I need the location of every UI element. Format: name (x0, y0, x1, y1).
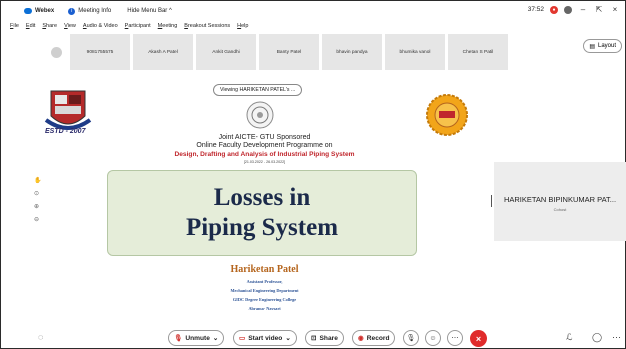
presenter-name: Hariketan Patel (230, 264, 299, 275)
speaker-name: HARIKETAN BIPINKUMAR PAT... (503, 195, 617, 204)
menu-view[interactable]: View (64, 23, 76, 33)
more-options-button[interactable]: ⋯ (447, 330, 463, 346)
app-name: Webex (35, 8, 55, 14)
participant-tile[interactable]: Akash A Patel (133, 34, 193, 70)
reactions-button[interactable]: ☺ (425, 330, 441, 346)
participant-tile[interactable]: bhavin pandya (322, 34, 382, 70)
audio-connection-icon[interactable]: ◌ (38, 332, 43, 342)
meeting-info-label: Meeting Info (78, 8, 112, 14)
menu-bar: File Edit Share View Audio & Video Parti… (10, 23, 248, 33)
mic-icon: 🎙 (406, 335, 416, 342)
share-button[interactable]: ⊡ Share (305, 330, 344, 346)
share-label: Share (319, 334, 338, 342)
menu-help[interactable]: Help (237, 23, 248, 33)
participants-icon[interactable]: ℒ (566, 332, 572, 343)
slide-sponsor-line: Joint AICTE- GTU Sponsored (218, 134, 311, 141)
meeting-info-button[interactable]: i Meeting Info (68, 7, 112, 15)
participant-name: Banty Patel (276, 49, 302, 55)
chat-icon[interactable]: ◯ (592, 332, 602, 343)
menu-participant[interactable]: Participant (125, 23, 151, 33)
share-viewing-banner[interactable]: Viewing HARIKETAN PATEL's ... (213, 84, 303, 96)
zoom-out-icon[interactable]: ⊖ (34, 216, 41, 223)
presenter-college: GIDC Degree Engineering College (232, 297, 297, 302)
slide-dates: [21.03.2022 - 26.03.2022] (243, 160, 286, 164)
start-video-button[interactable]: ▭ Start video ⌄ (233, 330, 297, 346)
webex-icon (24, 8, 32, 14)
participant-tile[interactable]: Chetan S Patil (448, 34, 508, 70)
participant-name: bhavin pandya (336, 49, 368, 55)
scroll-left-button[interactable] (45, 34, 67, 70)
zoom-in-icon[interactable]: ⊕ (34, 203, 41, 210)
menu-breakout-sessions[interactable]: Breakout Sessions (184, 23, 230, 33)
participant-tile[interactable]: Ankit Gandhi (196, 34, 256, 70)
record-button[interactable]: ◉ Record (352, 330, 396, 346)
more-icon: ⋯ (451, 335, 459, 342)
chevron-down-icon: ⌄ (212, 335, 219, 342)
title-bar: Webex i Meeting Info Hide Menu Bar ^ 37:… (0, 0, 626, 22)
participant-name: Ankit Gandhi (212, 49, 240, 55)
record-icon: ◉ (358, 335, 364, 342)
info-icon: i (68, 7, 76, 15)
pin-button[interactable]: ⇱ (594, 5, 604, 14)
close-icon: × (475, 333, 482, 344)
unmute-label: Unmute (185, 334, 210, 342)
leave-meeting-button[interactable]: × (470, 330, 487, 347)
participant-name: 9081755575 (86, 49, 114, 55)
status-icon[interactable] (564, 5, 572, 14)
chevron-left-icon (50, 46, 62, 58)
share-icon: ⊡ (311, 335, 317, 342)
slide-programme-title: Design, Drafting and Analysis of Industr… (174, 151, 355, 158)
hide-menu-bar-button[interactable]: Hide Menu Bar ^ (127, 8, 172, 14)
menu-file[interactable]: File (10, 23, 19, 33)
participant-tile[interactable]: 9081755575 (70, 34, 130, 70)
start-video-label: Start video (248, 334, 283, 342)
layout-icon: ▤ (589, 43, 595, 50)
muted-mic-icon: 🎙 (174, 335, 183, 342)
participant-tile[interactable]: Banty Patel (259, 34, 319, 70)
panel-splitter[interactable] (491, 195, 492, 207)
app-logo: Webex (24, 8, 54, 14)
menu-meeting[interactable]: Meeting (158, 23, 178, 33)
more-panels-icon[interactable]: ⋯ (612, 332, 621, 343)
speaker-role: Cohost (553, 207, 567, 212)
participant-name: Chetan S Patil (462, 49, 494, 55)
fit-icon[interactable]: ⊙ (34, 190, 41, 197)
unmute-button[interactable]: 🎙 Unmute ⌄ (168, 330, 225, 346)
chevron-down-icon: ⌄ (285, 335, 291, 342)
smiley-icon: ☺ (429, 334, 437, 342)
slide-title-box: Losses in Piping System (107, 170, 417, 256)
record-label: Record (366, 334, 390, 342)
minimize-button[interactable]: – (578, 5, 588, 14)
participant-tile[interactable]: bhumika vanol (385, 34, 445, 70)
menu-share[interactable]: Share (42, 23, 57, 33)
slide-title-line-2: Piping System (185, 214, 339, 241)
participant-name: bhumika vanol (399, 49, 431, 55)
menu-edit[interactable]: Edit (26, 23, 35, 33)
slide-title-line-1: Losses in (213, 184, 311, 211)
presenter-designation: Assistant Professor, (246, 279, 283, 284)
video-off-icon: ▭ (239, 335, 246, 342)
layout-button[interactable]: ▤ Layout (583, 39, 622, 53)
slide-programme-line: Online Faculty Development Programme on (196, 142, 333, 149)
gtu-logo (246, 101, 274, 129)
recording-indicator-icon[interactable]: ● (550, 5, 558, 14)
presenter-location: Abrama- Navsari (248, 306, 281, 311)
participant-strip: 9081755575 Akash A Patel Ankit Gandhi Ba… (45, 34, 590, 72)
participant-name: Akash A Patel (148, 49, 178, 55)
noise-removal-button[interactable]: 🎙 (403, 330, 419, 346)
zoom-controls: ✋ ⊙ ⊕ ⊖ (34, 177, 41, 223)
presenter-department: Mechanical Engineering Department (230, 288, 299, 293)
menu-audio-video[interactable]: Audio & Video (83, 23, 118, 33)
close-button[interactable]: × (610, 5, 620, 14)
title-bar-right: 37:52 ● – ⇱ × (528, 5, 620, 14)
active-speaker-tile[interactable]: HARIKETAN BIPINKUMAR PAT... Cohost (494, 162, 626, 241)
layout-label: Layout (597, 43, 616, 49)
aicte-logo (426, 94, 468, 136)
meeting-timer: 37:52 (527, 6, 544, 13)
hand-icon[interactable]: ✋ (34, 177, 41, 184)
